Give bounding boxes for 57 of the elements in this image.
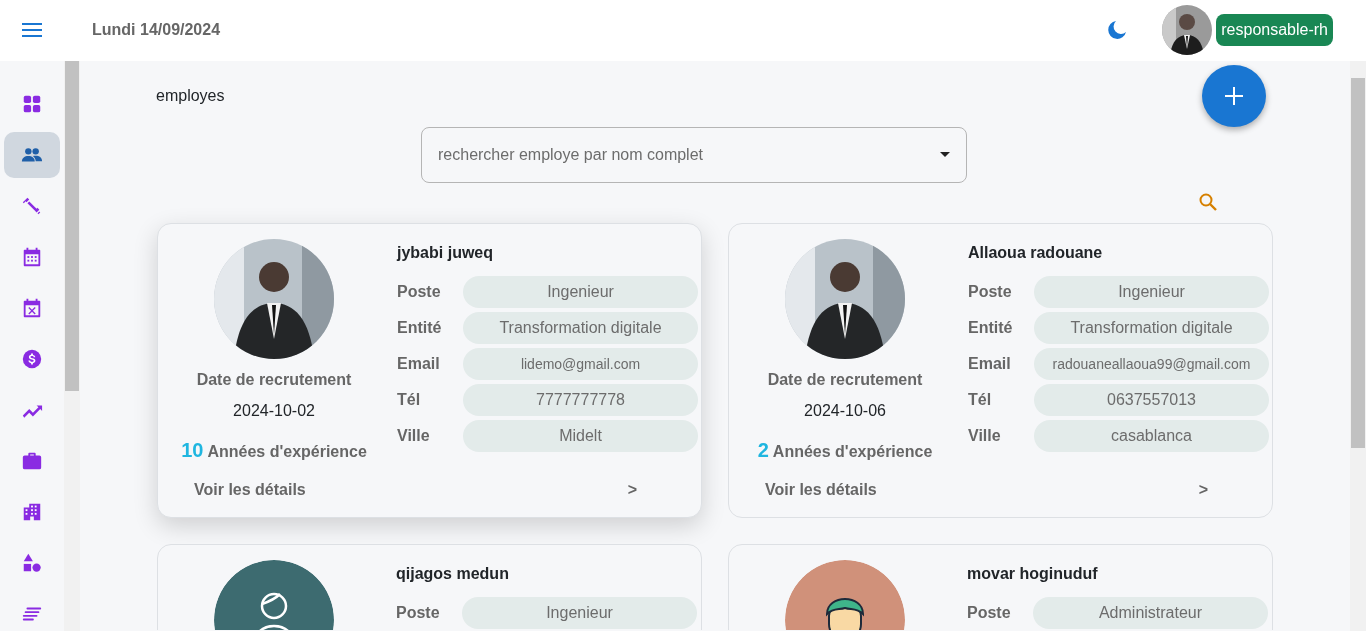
employee-name: qijagos medun bbox=[396, 563, 510, 584]
experience-count: 2 bbox=[757, 437, 769, 463]
calendar-icon bbox=[21, 245, 43, 268]
experience-label: Années d'expérience bbox=[207, 441, 367, 462]
plus-icon bbox=[1225, 86, 1243, 105]
field-label: Ville bbox=[397, 425, 431, 446]
field-label: Poste bbox=[967, 602, 1012, 623]
search-icon[interactable] bbox=[1199, 192, 1217, 211]
page-title: employes bbox=[156, 85, 225, 104]
field-label: Email bbox=[397, 353, 441, 374]
menu-icon[interactable] bbox=[22, 23, 42, 38]
role-badge: responsable-rh bbox=[1216, 14, 1333, 47]
experience-label: Années d'expérience bbox=[772, 441, 933, 462]
field-value: Ingenieur bbox=[463, 275, 698, 308]
add-button[interactable] bbox=[1202, 64, 1266, 127]
field-value: Ingenieur bbox=[462, 596, 697, 629]
field-label: Poste bbox=[396, 602, 441, 623]
search-select[interactable]: rechercher employe par nom complet bbox=[421, 126, 967, 183]
moon-icon[interactable] bbox=[1107, 20, 1128, 41]
field-label: Entité bbox=[397, 317, 443, 338]
hire-date-label: Date de recrutement bbox=[767, 369, 923, 390]
field-label: Email bbox=[968, 353, 1012, 374]
employee-name: Allaoua radouane bbox=[968, 242, 1104, 263]
field-label: Poste bbox=[968, 281, 1013, 302]
sidebar-item[interactable] bbox=[4, 131, 60, 178]
dollar-icon bbox=[21, 347, 43, 370]
field-value: Administrateur bbox=[1033, 596, 1268, 629]
caret-icon bbox=[940, 152, 950, 158]
field-value: 7777777778 bbox=[463, 383, 698, 416]
scrollbar-thumb[interactable] bbox=[65, 60, 79, 391]
field-label: Tél bbox=[397, 389, 422, 410]
employee-name: movar hoginuduf bbox=[967, 563, 1099, 584]
field-label: Entité bbox=[968, 317, 1014, 338]
shapes-icon bbox=[21, 551, 43, 574]
field-value: 0637557013 bbox=[1034, 383, 1269, 416]
arrow-link[interactable]: > bbox=[1198, 477, 1208, 502]
field-value: Ingenieur bbox=[1034, 275, 1269, 308]
field-label: Tél bbox=[968, 389, 993, 410]
field-value: Transformation digitale bbox=[1034, 311, 1269, 344]
field-label: Poste bbox=[397, 281, 442, 302]
field-label: Ville bbox=[968, 425, 1002, 446]
hire-date-label: Date de recrutement bbox=[196, 369, 352, 390]
date-text: Lundi 14/09/2024 bbox=[92, 20, 221, 41]
field-value: lidemo@gmail.com bbox=[463, 347, 698, 380]
details-link[interactable]: Voir les détails bbox=[765, 477, 877, 502]
field-value: radouaneallaoua99@gmail.com bbox=[1034, 347, 1269, 380]
arrow-link[interactable]: > bbox=[627, 477, 637, 502]
hire-date: 2024-10-06 bbox=[804, 400, 886, 421]
employee-name: jybabi juweq bbox=[397, 242, 494, 263]
details-link[interactable]: Voir les détails bbox=[194, 477, 306, 502]
field-value: Midelt bbox=[463, 419, 698, 452]
calendar-cross-icon bbox=[21, 296, 43, 319]
field-value: Transformation digitale bbox=[463, 311, 698, 344]
field-value: casablanca bbox=[1034, 419, 1269, 452]
experience-count: 10 bbox=[181, 437, 204, 463]
scrollbar-thumb[interactable] bbox=[1351, 77, 1365, 448]
hire-date: 2024-10-02 bbox=[233, 400, 315, 421]
